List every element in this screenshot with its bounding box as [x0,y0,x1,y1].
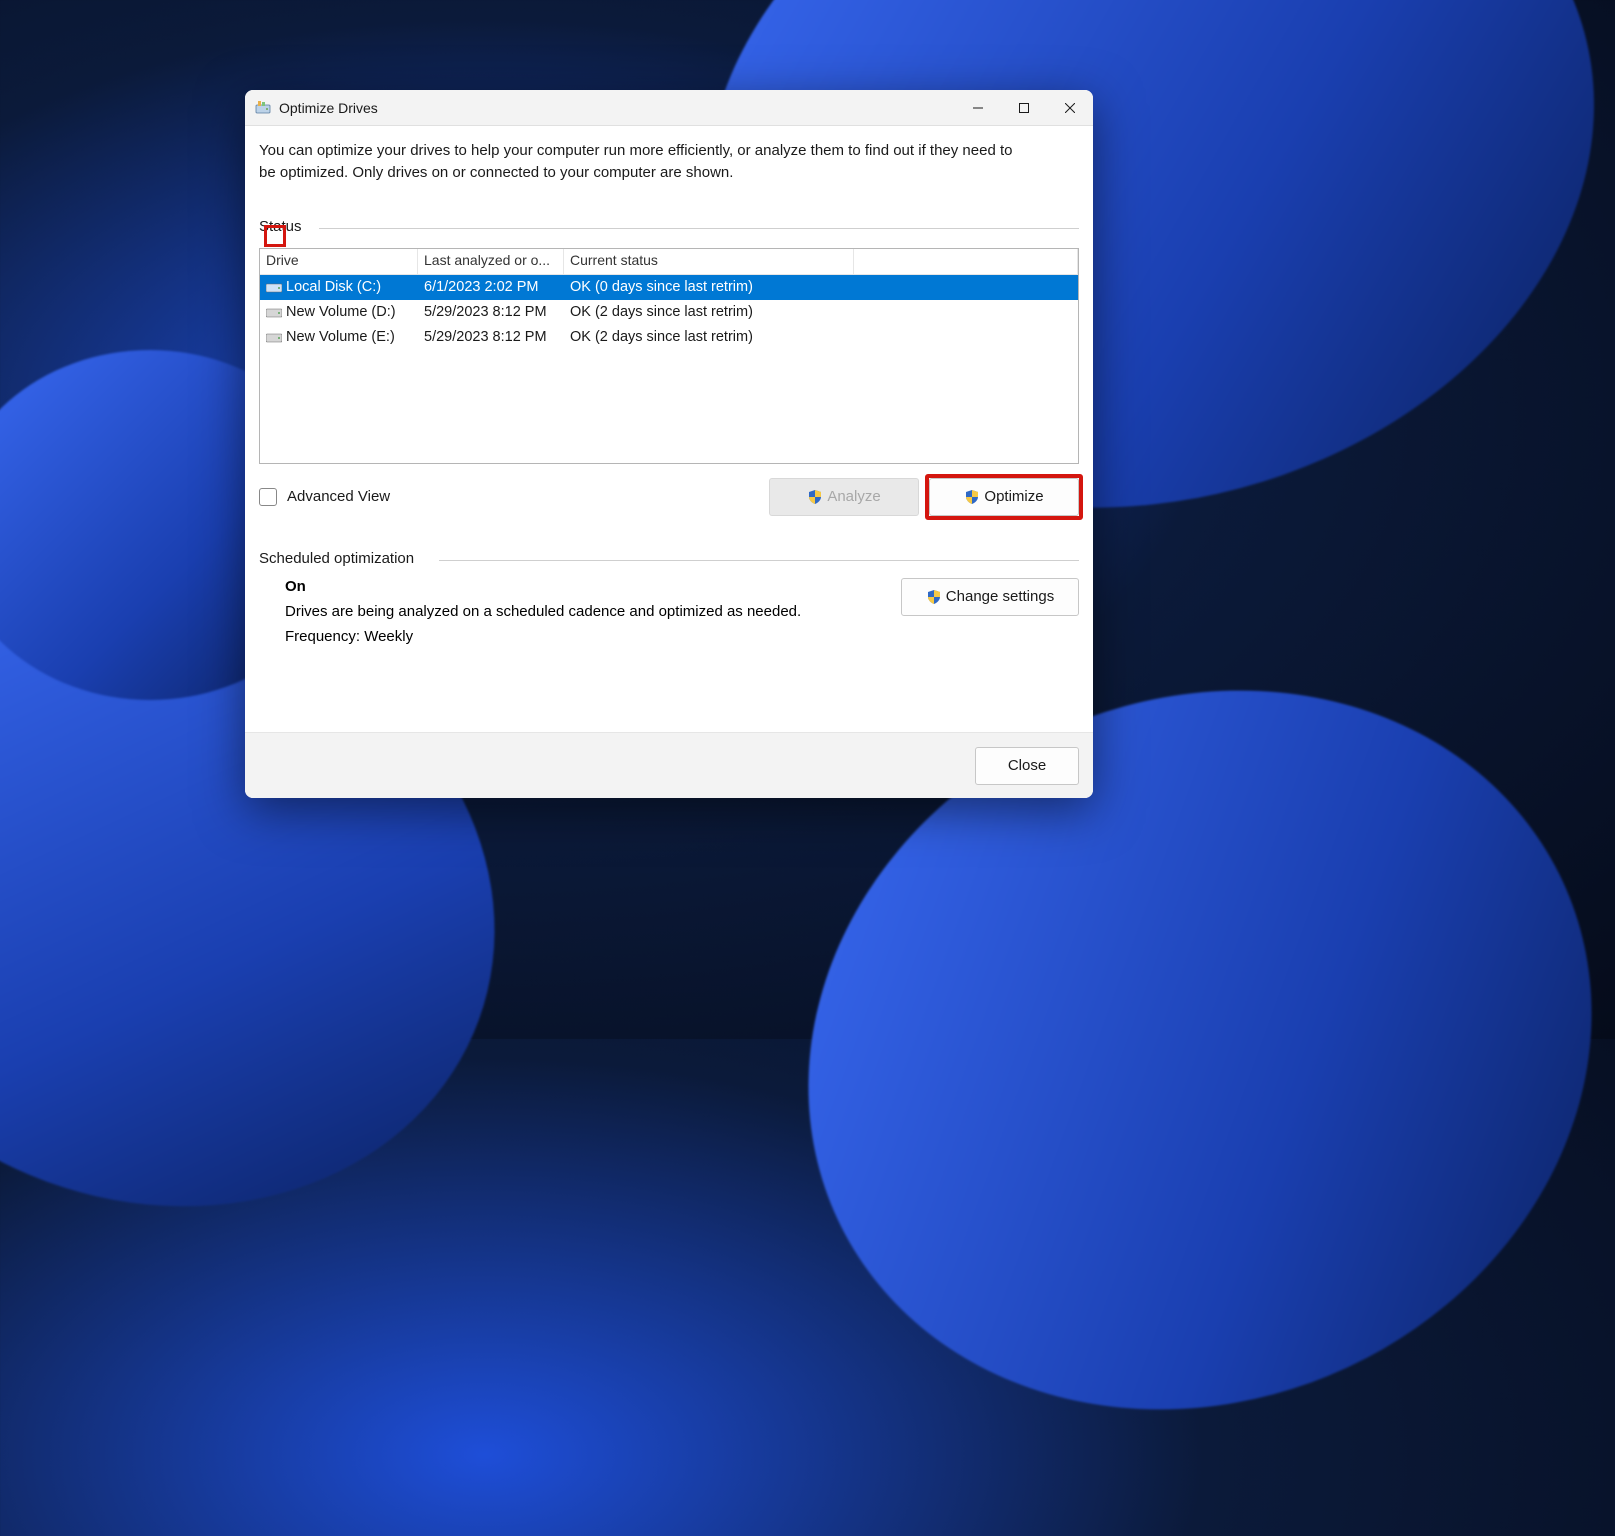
drive-status: OK (0 days since last retrim) [570,279,753,295]
drive-last: 5/29/2023 8:12 PM [424,329,547,345]
bottom-bar: Close [245,732,1093,798]
advanced-view-label[interactable]: Advanced View [287,488,390,505]
schedule-state: On [285,578,901,595]
drive-icon [266,331,282,343]
analyze-button-label: Analyze [827,488,880,505]
uac-shield-icon [807,489,823,505]
drive-icon [266,306,282,318]
schedule-frequency: Frequency: Weekly [285,628,901,645]
col-status[interactable]: Current status [564,249,854,274]
col-drive[interactable]: Drive [260,249,418,274]
drive-icon [266,281,282,293]
app-icon [255,100,271,116]
optimize-button[interactable]: Optimize [929,478,1079,516]
list-header[interactable]: Drive Last analyzed or o... Current stat… [260,249,1078,275]
scheduled-group: Scheduled optimization On Drives are bei… [259,550,1079,645]
window-title: Optimize Drives [279,100,378,116]
schedule-description: Drives are being analyzed on a scheduled… [285,603,901,620]
uac-shield-icon [964,489,980,505]
drive-row[interactable]: New Volume (E:) 5/29/2023 8:12 PM OK (2 da… [260,325,1078,350]
drive-name: Local Disk (C:) [286,279,381,295]
advanced-view-checkbox[interactable] [259,488,277,506]
drive-last: 6/1/2023 2:02 PM [424,279,538,295]
status-group: Status Drive Last analyzed or o... Curre… [259,218,1079,516]
minimize-button[interactable] [955,90,1001,126]
drive-name: New Volume (E:) [286,329,395,345]
change-settings-button[interactable]: Change settings [901,578,1079,616]
drive-name: New Volume (D:) [286,304,396,320]
group-divider [439,560,1079,561]
drive-status: OK (2 days since last retrim) [570,329,753,345]
drive-list[interactable]: Drive Last analyzed or o... Current stat… [259,248,1079,464]
drive-last: 5/29/2023 8:12 PM [424,304,547,320]
close-button-label: Close [1008,757,1046,774]
drive-row[interactable]: New Volume (D:) 5/29/2023 8:12 PM OK (2 da… [260,300,1078,325]
maximize-button[interactable] [1001,90,1047,126]
drive-row[interactable]: Local Disk (C:) 6/1/2023 2:02 PM OK (0 day… [260,275,1078,300]
analyze-button[interactable]: Analyze [769,478,919,516]
highlight-marker-icon [264,225,286,247]
col-spacer [854,249,1078,274]
col-last[interactable]: Last analyzed or o... [418,249,564,274]
titlebar[interactable]: Optimize Drives [245,90,1093,126]
close-dialog-button[interactable]: Close [975,747,1079,785]
optimize-drives-window: Optimize Drives You can optimize your dr… [245,90,1093,798]
uac-shield-icon [926,589,942,605]
change-settings-label: Change settings [946,588,1054,605]
window-controls [955,90,1093,126]
drive-status: OK (2 days since last retrim) [570,304,753,320]
description-text: You can optimize your drives to help you… [259,140,1019,184]
optimize-button-label: Optimize [984,488,1043,505]
close-button[interactable] [1047,90,1093,126]
group-divider [319,228,1079,229]
scheduled-group-label: Scheduled optimization [259,550,420,567]
